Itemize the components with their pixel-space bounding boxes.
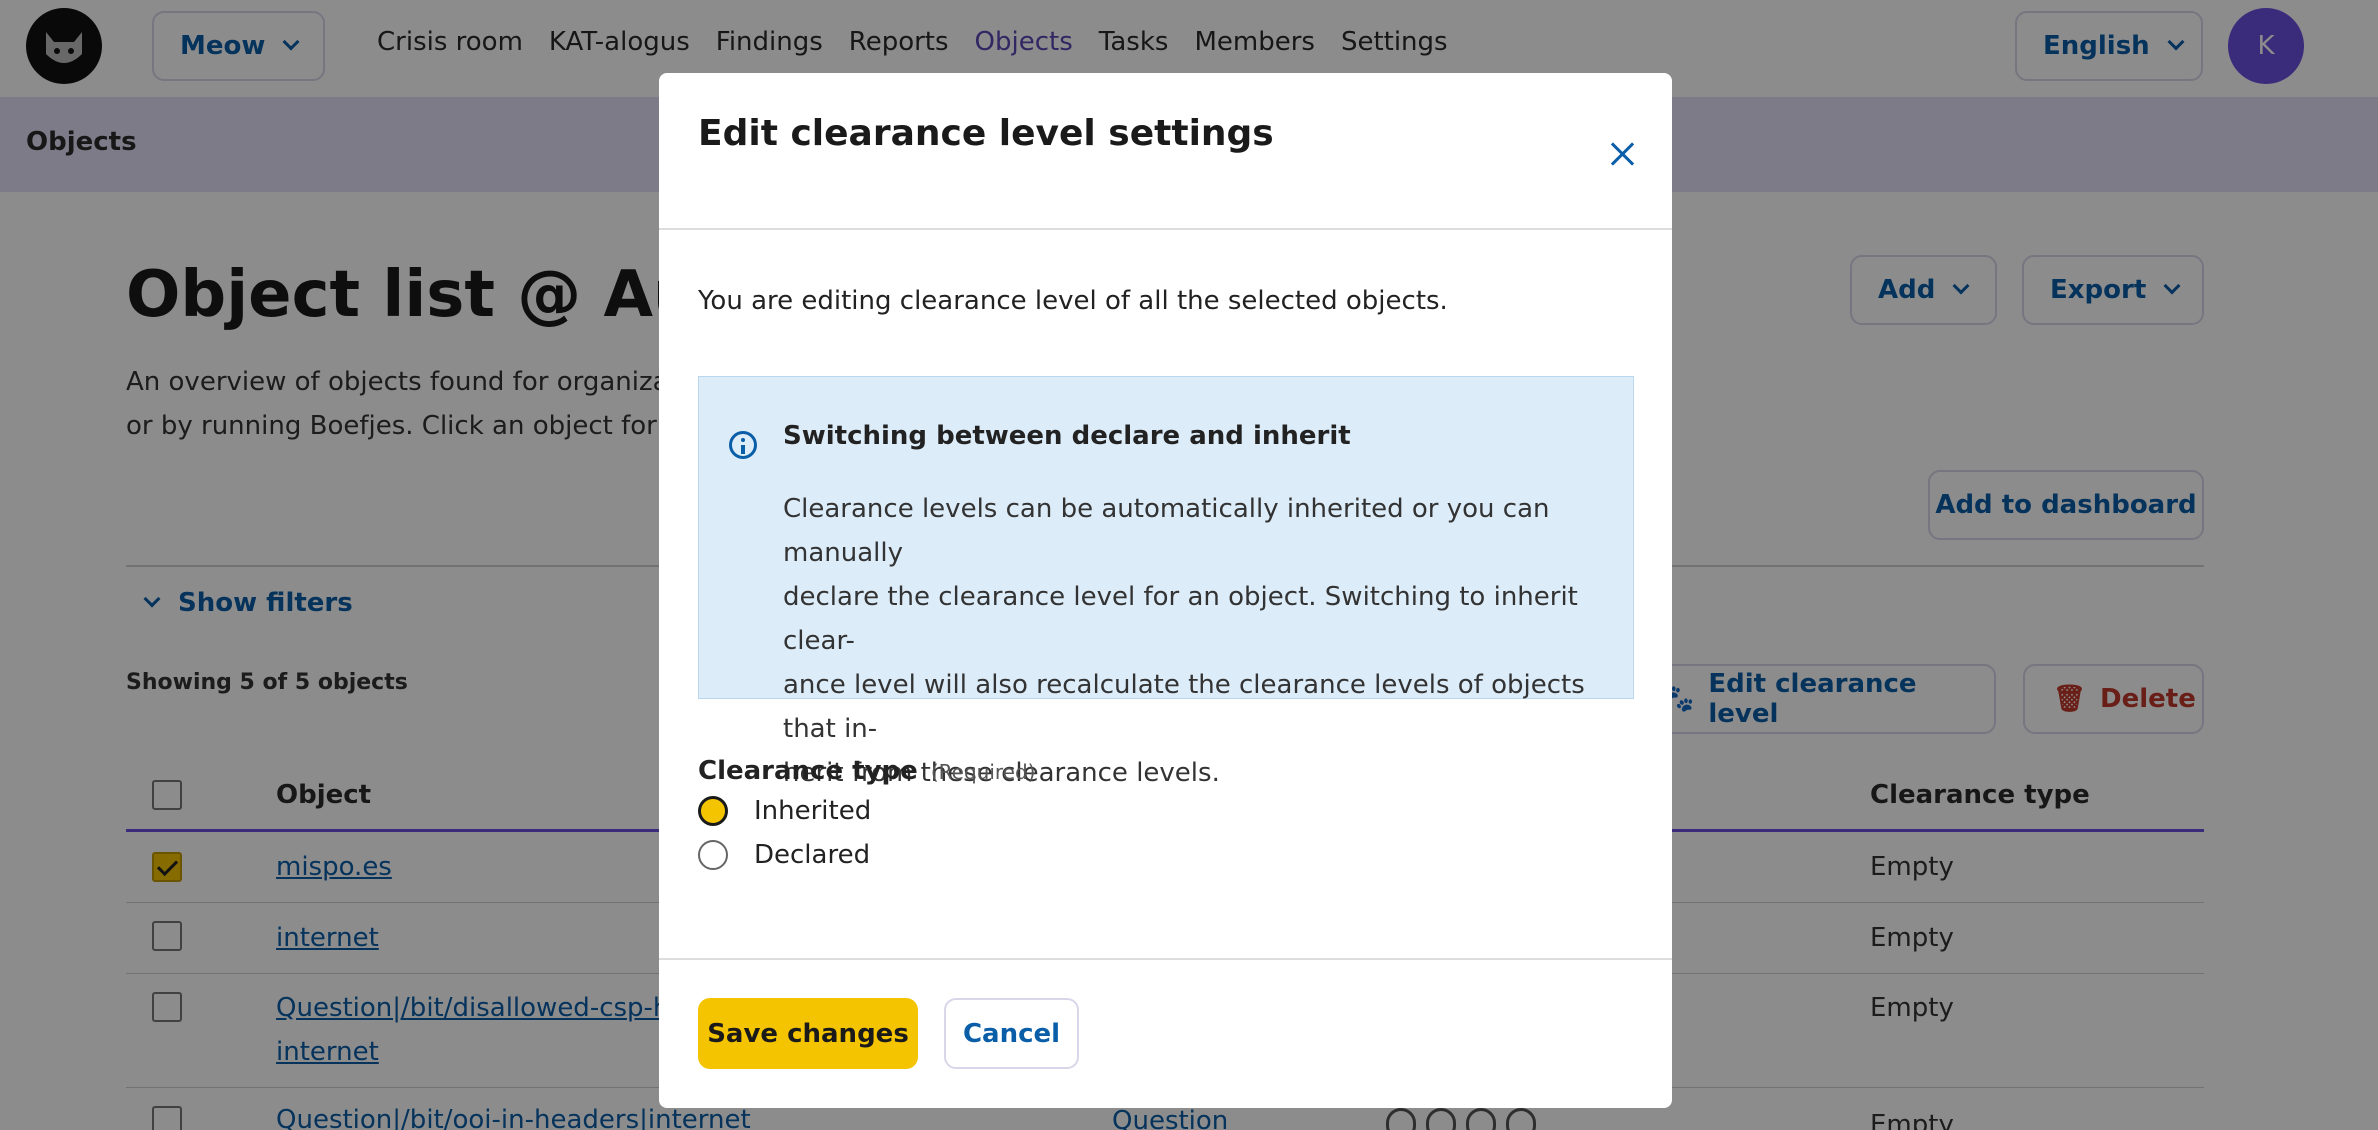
clearance-type-label-text: Clearance type xyxy=(698,756,918,786)
info-icon xyxy=(729,431,757,459)
edit-clearance-modal: Edit clearance level settings You are ed… xyxy=(659,73,1672,1108)
modal-header-divider xyxy=(659,228,1672,230)
modal-footer-divider xyxy=(659,958,1672,960)
info-text-line: ance level will also recalculate the cle… xyxy=(783,670,1585,744)
radio-declared-label[interactable]: Declared xyxy=(754,840,870,870)
required-marker: (Required) xyxy=(930,760,1036,784)
clearance-type-label: Clearance type (Required) xyxy=(698,756,1035,786)
modal-intro-text: You are editing clearance level of all t… xyxy=(698,286,1448,316)
radio-declared[interactable] xyxy=(698,840,728,870)
info-text: Clearance levels can be automatically in… xyxy=(783,487,1603,795)
info-text-line: declare the clearance level for an objec… xyxy=(783,582,1578,656)
radio-option-declared[interactable]: Declared xyxy=(698,840,870,870)
cancel-button[interactable]: Cancel xyxy=(944,998,1079,1069)
save-changes-button[interactable]: Save changes xyxy=(698,998,918,1069)
close-icon[interactable] xyxy=(1605,137,1639,171)
modal-title: Edit clearance level settings xyxy=(698,113,1274,154)
info-notification: Switching between declare and inherit Cl… xyxy=(698,376,1634,788)
info-title: Switching between declare and inherit xyxy=(783,421,1351,451)
radio-option-inherited[interactable]: Inherited xyxy=(698,796,871,826)
radio-inherited[interactable] xyxy=(698,796,728,826)
radio-inherited-label[interactable]: Inherited xyxy=(754,796,871,826)
info-text-line: Clearance levels can be automatically in… xyxy=(783,494,1550,568)
